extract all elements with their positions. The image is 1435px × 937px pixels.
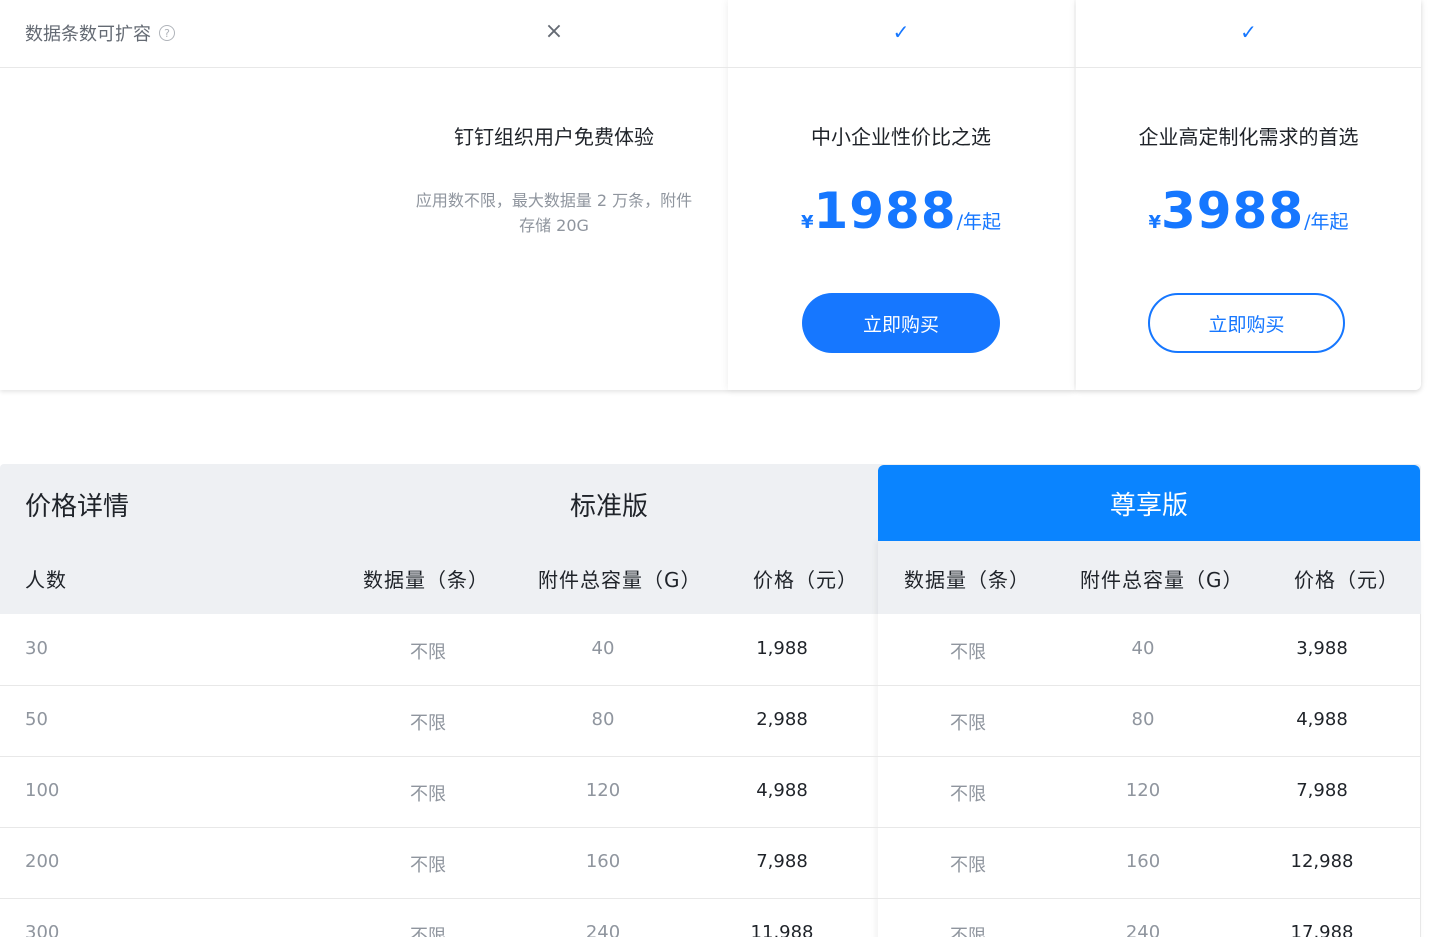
cell-pro-storage: 40 [1131, 638, 1155, 659]
cell-pro-price: 3,988 [1296, 638, 1348, 659]
cell-std-storage: 40 [591, 638, 615, 659]
currency-symbol: ¥ [800, 212, 814, 233]
cell-std-storage: 160 [585, 851, 621, 872]
cell-people: 100 [25, 780, 60, 801]
cell-std-data: 不限 [410, 784, 446, 805]
cell-pro-price: 7,988 [1296, 780, 1348, 801]
cell-std-storage: 80 [591, 709, 615, 730]
cell-std-price: 1,988 [756, 638, 808, 659]
cell-std-price: 11,988 [750, 922, 814, 937]
cell-std-price: 4,988 [756, 780, 808, 801]
premium-plan-price: ¥3988/年起 [1076, 182, 1421, 240]
divider [1420, 614, 1421, 937]
cell-std-data: 不限 [410, 926, 446, 937]
cell-people: 200 [25, 851, 60, 872]
column-header-pro-price: 价格（元） [1294, 568, 1399, 592]
cell-pro-price: 12,988 [1290, 851, 1354, 872]
feature-label-text: 数据条数可扩容 [25, 24, 151, 45]
cell-pro-data: 不限 [950, 784, 986, 805]
price-unit: /年起 [956, 211, 1002, 233]
cell-std-storage: 240 [585, 922, 621, 937]
free-plan-title: 钉钉组织用户免费体验 [454, 125, 654, 149]
column-header-people: 人数 [25, 568, 67, 592]
check-icon: ✓ [892, 20, 910, 44]
standard-buy-button[interactable]: 立即购买 [802, 293, 1000, 353]
divider [0, 756, 1421, 757]
cell-std-data: 不限 [410, 855, 446, 876]
column-header-pro-storage: 附件总容量（G） [1080, 568, 1244, 592]
free-plan-description: 应用数不限，最大数据量 2 万条，附件存储 20G [415, 191, 693, 235]
premium-header: 尊享版 [878, 465, 1420, 541]
currency-symbol: ¥ [1148, 212, 1161, 233]
cell-pro-storage: 80 [1131, 709, 1155, 730]
cell-pro-data: 不限 [950, 926, 986, 937]
cell-pro-data: 不限 [950, 642, 986, 663]
price-details-table: 尊享版 价格详情 标准版 人数 数据量（条） 附件总容量（G） 价格（元） 数据… [0, 464, 1421, 937]
cell-people: 50 [25, 709, 48, 730]
cell-std-price: 7,988 [756, 851, 808, 872]
cell-pro-storage: 120 [1125, 780, 1161, 801]
divider [0, 898, 1421, 899]
standard-plan-price: ¥1988/年起 [728, 182, 1074, 240]
column-header-std-price: 价格（元） [753, 568, 858, 592]
price-unit: /年起 [1304, 211, 1349, 233]
cell-pro-price: 17,988 [1290, 922, 1354, 937]
cell-std-data: 不限 [410, 642, 446, 663]
cell-std-data: 不限 [410, 713, 446, 734]
cell-pro-price: 4,988 [1296, 709, 1348, 730]
free-plan-column: × 钉钉组织用户免费体验 应用数不限，最大数据量 2 万条，附件存储 20G [380, 0, 728, 390]
standard-plan-title: 中小企业性价比之选 [811, 125, 991, 149]
cell-pro-storage: 240 [1125, 922, 1161, 937]
divider [0, 827, 1421, 828]
premium-plan-title: 企业高定制化需求的首选 [1138, 125, 1359, 149]
plan-comparison-card: × 钉钉组织用户免费体验 应用数不限，最大数据量 2 万条，附件存储 20G ✓… [0, 0, 1421, 390]
price-amount: 3988 [1160, 182, 1305, 240]
help-icon[interactable]: ? [159, 25, 175, 41]
divider [0, 67, 1421, 68]
standard-header: 标准版 [569, 492, 648, 522]
check-icon: ✓ [1240, 20, 1257, 44]
cell-pro-storage: 160 [1125, 851, 1161, 872]
cross-icon: × [544, 19, 564, 44]
premium-columns [878, 541, 1421, 937]
premium-buy-button[interactable]: 立即购买 [1148, 293, 1345, 353]
price-amount: 1988 [813, 182, 957, 240]
column-header-std-storage: 附件总容量（G） [538, 568, 702, 592]
column-header-std-data: 数据量（条） [363, 568, 489, 592]
column-header-pro-data: 数据量（条） [904, 568, 1030, 592]
cell-std-storage: 120 [585, 780, 621, 801]
cell-pro-data: 不限 [950, 713, 986, 734]
feature-label: 数据条数可扩容 ? [25, 20, 175, 46]
cell-std-price: 2,988 [756, 709, 808, 730]
divider [0, 685, 1421, 686]
standard-plan-column: ✓ 中小企业性价比之选 ¥1988/年起 立即购买 [728, 0, 1074, 390]
cell-people: 30 [25, 638, 48, 659]
premium-plan-column: ✓ 企业高定制化需求的首选 ¥3988/年起 立即购买 [1076, 0, 1421, 390]
table-title: 价格详情 [25, 492, 130, 522]
cell-pro-data: 不限 [950, 855, 986, 876]
cell-people: 300 [25, 922, 60, 937]
